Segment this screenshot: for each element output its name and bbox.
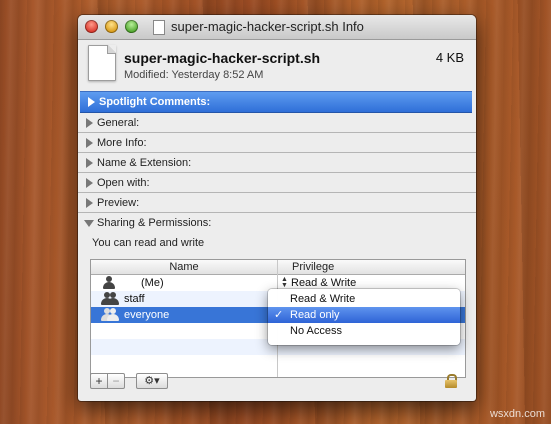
file-document-icon [88, 45, 116, 81]
section-more-info[interactable]: More Info: [78, 133, 476, 153]
file-name: super-magic-hacker-script.sh [124, 50, 321, 66]
remove-user-button[interactable]: − [107, 373, 125, 389]
document-proxy-icon[interactable] [153, 20, 165, 35]
disclosure-triangle-icon[interactable] [86, 198, 93, 208]
zoom-button[interactable] [125, 20, 138, 33]
disclosure-triangle-icon[interactable] [84, 220, 94, 227]
table-header: Name Privilege [91, 260, 465, 275]
add-user-button[interactable]: + [90, 373, 108, 389]
disclosure-triangle-icon[interactable] [88, 97, 95, 107]
file-size: 4 KB [435, 50, 464, 65]
close-button[interactable] [85, 20, 98, 33]
menu-item-no-access[interactable]: No Access [268, 323, 460, 339]
row-name: everyone [124, 309, 170, 321]
section-label: Name & Extension: [97, 157, 192, 169]
file-header: super-magic-hacker-script.sh 4 KB Modifi… [78, 40, 476, 92]
row-privilege[interactable]: Read & Write [291, 277, 356, 289]
menu-item-label: Read & Write [290, 293, 356, 305]
row-name: staff [124, 293, 145, 305]
menu-item-read-write[interactable]: Read & Write [268, 291, 460, 307]
section-label: Sharing & Permissions: [97, 217, 212, 229]
group-icon [101, 292, 119, 306]
title-bar[interactable]: super-magic-hacker-script.sh Info [78, 15, 476, 40]
disclosure-triangle-icon[interactable] [86, 178, 93, 188]
menu-item-label: No Access [290, 325, 342, 337]
column-header-privilege[interactable]: Privilege [278, 260, 465, 274]
section-label: Spotlight Comments: [99, 96, 211, 108]
row-name: (Me) [141, 277, 164, 289]
window-title: super-magic-hacker-script.sh Info [171, 19, 364, 34]
modified-date: Modified: Yesterday 8:52 AM [124, 69, 264, 81]
disclosure-triangle-icon[interactable] [86, 118, 93, 128]
section-open-with[interactable]: Open with: [78, 173, 476, 193]
menu-item-read-only[interactable]: ✓ Read only [268, 307, 460, 323]
watermark: wsxdn.com [489, 408, 545, 420]
everyone-icon [101, 308, 119, 322]
privilege-stepper-icon[interactable]: ▲ ▼ [281, 276, 288, 289]
section-name-extension[interactable]: Name & Extension: [78, 153, 476, 173]
section-preview[interactable]: Preview: [78, 193, 476, 213]
lock-icon[interactable] [445, 374, 457, 388]
column-header-name[interactable]: Name [91, 260, 277, 274]
minimize-button[interactable] [105, 20, 118, 33]
section-general[interactable]: General: [78, 113, 476, 133]
privilege-popup-menu: Read & Write ✓ Read only No Access [268, 289, 460, 345]
gear-action-menu-button[interactable]: ⚙▾ [136, 373, 168, 389]
section-label: Open with: [97, 177, 150, 189]
menu-item-label: Read only [290, 309, 340, 321]
disclosure-triangle-icon[interactable] [86, 158, 93, 168]
permission-summary: You can read and write [92, 237, 205, 249]
section-label: Preview: [97, 197, 140, 209]
section-label: General: [97, 117, 140, 129]
section-sharing-permissions[interactable]: Sharing & Permissions: [78, 213, 476, 233]
section-spotlight-comments[interactable]: Spotlight Comments: [80, 91, 472, 113]
section-label: More Info: [97, 137, 147, 149]
permissions-toolbar: + − ⚙▾ [90, 373, 190, 389]
user-icon [101, 276, 117, 290]
disclosure-triangle-icon[interactable] [86, 138, 93, 148]
checkmark-icon: ✓ [274, 309, 284, 321]
